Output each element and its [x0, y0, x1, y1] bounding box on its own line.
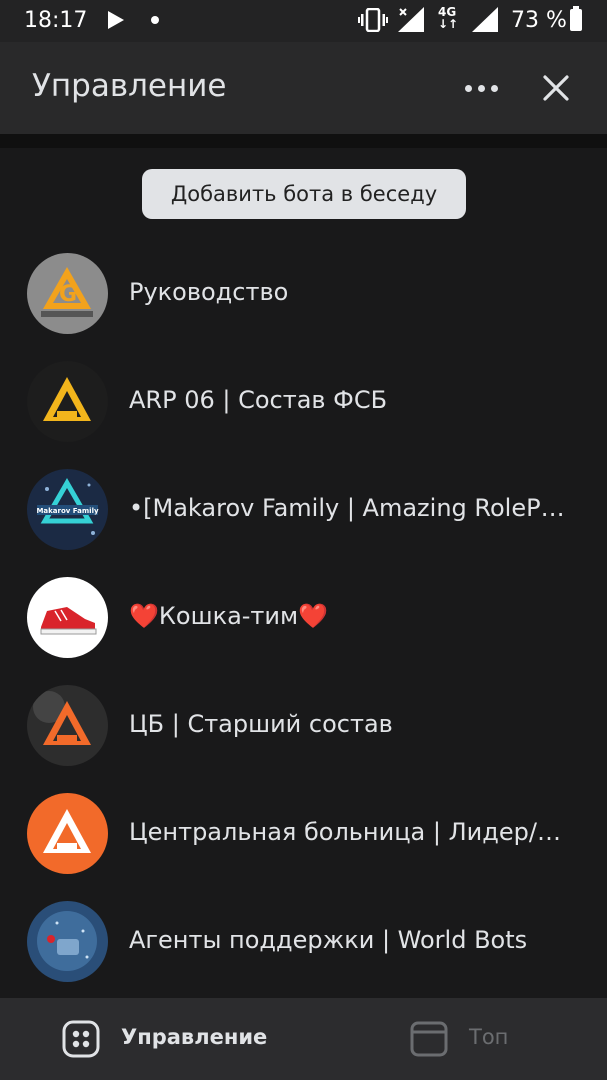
chat-item-support-agents[interactable]: Агенты поддержки | World Bots	[0, 888, 607, 996]
chat-item-arp06-fsb[interactable]: ARP 06 | Состав ФСБ	[0, 348, 607, 456]
manage-grid-icon	[62, 1020, 100, 1058]
chat-avatar	[27, 685, 108, 766]
chat-title: ❤️Кошка-тим❤️	[129, 602, 328, 630]
signal-strength-icon	[472, 7, 498, 32]
status-bar: 18:17 4G ↓↑ 73 %	[0, 0, 607, 42]
chat-title: Руководство	[129, 278, 289, 306]
data-arrows-icon: ↓↑	[438, 17, 459, 31]
svg-text:G: G	[59, 282, 77, 307]
top-window-icon	[410, 1021, 448, 1057]
status-time: 18:17	[24, 8, 88, 33]
signal-no-service-icon	[398, 7, 424, 32]
chat-title: Центральная больница | Лидер/Заместители	[129, 818, 569, 846]
play-icon	[108, 11, 124, 29]
tab-manage-label: Управление	[121, 1025, 268, 1049]
app-header: Управление	[0, 42, 607, 134]
chat-title: ЦБ | Старший состав	[129, 710, 393, 738]
chat-list: G Руководство ARP 06 | Состав ФСБ Makaro…	[0, 240, 607, 996]
add-bot-button[interactable]: Добавить бота в беседу	[142, 169, 466, 219]
network-type: 4G ↓↑	[438, 6, 458, 30]
vibrate-icon	[358, 8, 388, 32]
chat-item-makarov-family[interactable]: Makarov Family •[Makarov Family | Amazin…	[0, 456, 607, 564]
chat-avatar	[27, 793, 108, 874]
chat-avatar	[27, 361, 108, 442]
chat-item-koshka-tim[interactable]: ❤️Кошка-тим❤️	[0, 564, 607, 672]
chat-title: ARP 06 | Состав ФСБ	[129, 386, 388, 414]
battery-icon	[570, 6, 582, 31]
chat-item-rukovodstvo[interactable]: G Руководство	[0, 240, 607, 348]
svg-text:Makarov Family: Makarov Family	[36, 507, 99, 515]
header-divider	[0, 134, 607, 148]
tab-manage[interactable]: Управление	[62, 998, 322, 1080]
chat-avatar	[27, 901, 108, 982]
chat-avatar: Makarov Family	[27, 469, 108, 550]
chat-avatar	[27, 577, 108, 658]
chat-title: •[Makarov Family | Amazing RolePlay]•	[129, 494, 569, 522]
battery-percent: 73 %	[511, 8, 567, 33]
chat-title: Агенты поддержки | World Bots	[129, 926, 528, 954]
chat-item-cb-senior-staff[interactable]: ЦБ | Старший состав	[0, 672, 607, 780]
more-options-icon[interactable]	[459, 72, 505, 104]
bottom-nav: Управление Топ	[0, 998, 607, 1080]
chat-avatar: G	[27, 253, 108, 334]
tab-top[interactable]: Топ	[410, 998, 590, 1080]
chat-item-central-hospital[interactable]: Центральная больница | Лидер/Заместители	[0, 780, 607, 888]
page-title: Управление	[32, 68, 227, 104]
tab-top-label: Топ	[469, 1025, 509, 1049]
close-icon[interactable]	[537, 69, 575, 107]
notification-dot-icon	[151, 16, 159, 24]
